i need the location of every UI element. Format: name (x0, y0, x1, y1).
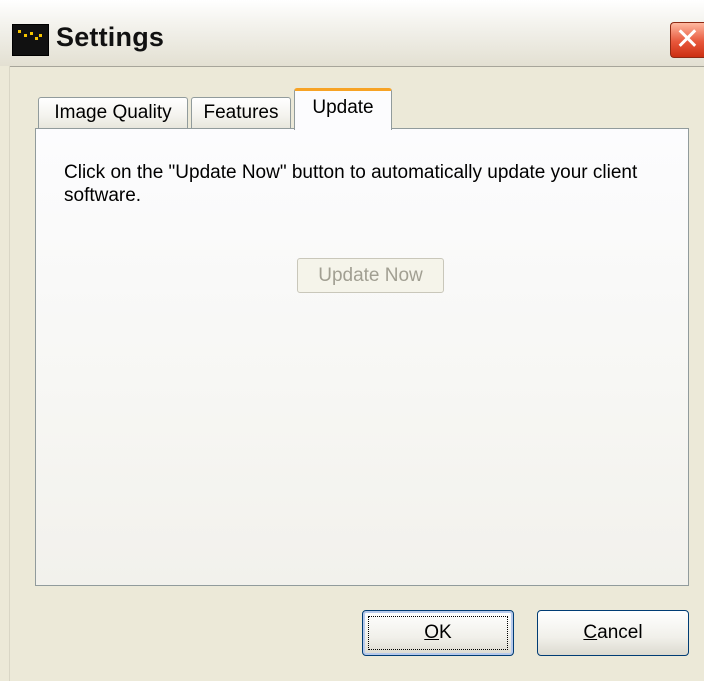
window-title: Settings (56, 22, 165, 52)
cancel-button[interactable]: Cancel (537, 610, 689, 656)
update-description: Click on the "Update Now" button to auto… (64, 162, 638, 206)
tab-update[interactable]: Update (294, 88, 392, 130)
title-bar[interactable]: Settings ✕ (0, 0, 704, 67)
cancel-mnemonic: C (583, 622, 598, 643)
tab-features[interactable]: Features (191, 97, 291, 128)
window-border (0, 66, 10, 681)
tab-image-quality[interactable]: Image Quality (38, 97, 188, 128)
close-button[interactable]: ✕ (670, 22, 704, 58)
update-now-button[interactable]: Update Now (297, 258, 444, 293)
settings-dialog: Settings ✕ Image Quality Features Update… (0, 0, 704, 681)
update-tab-panel: Click on the "Update Now" button to auto… (35, 128, 689, 586)
ok-button[interactable]: OK (362, 610, 514, 656)
focus-rectangle (368, 616, 508, 650)
cancel-label-rest: ancel (597, 622, 643, 643)
application-icon (12, 24, 49, 56)
close-icon: ✕ (674, 23, 701, 56)
